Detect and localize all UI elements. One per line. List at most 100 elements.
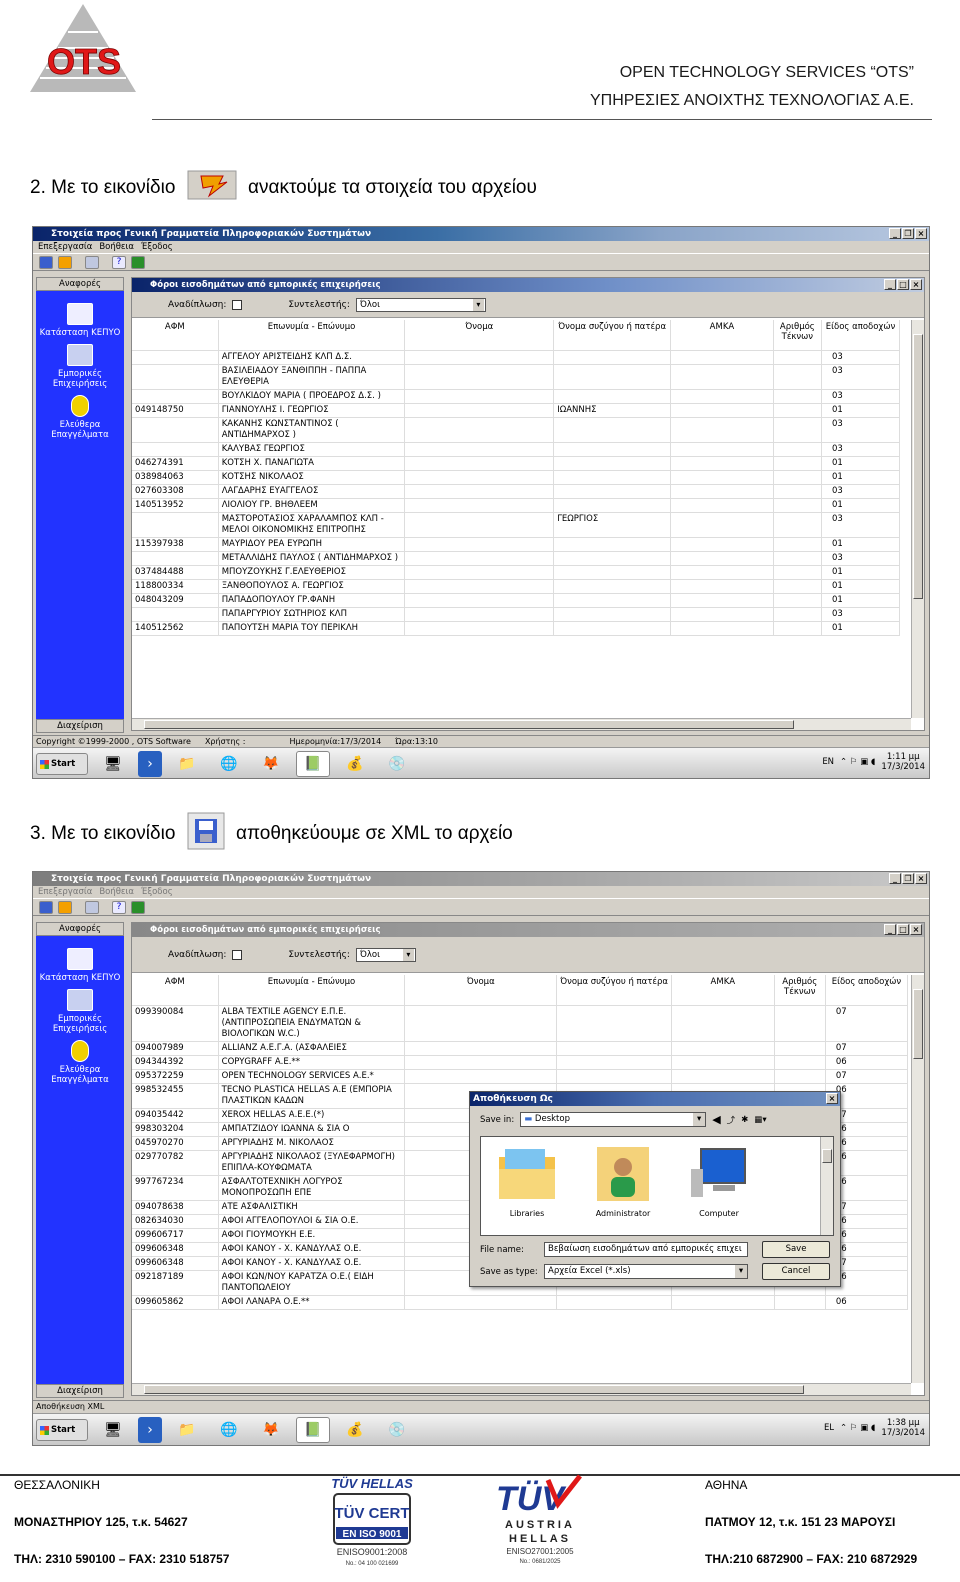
child-close-button[interactable]: × — [910, 924, 922, 935]
table-row[interactable]: 037484488 ΜΠΟΥΖΟΥΚΗΣ Γ.ΕΛΕΥΘΕΡΙΟΣ 01 — [132, 565, 901, 580]
col-first-name[interactable]: Όνομα — [404, 975, 558, 1006]
sidebar-item-businesses[interactable]: Εμπορικές Επιχειρήσεις — [36, 989, 124, 1034]
col-children[interactable]: Αριθμός Τέκνων — [773, 320, 822, 351]
table-row[interactable]: 115397938 ΜΑΥΡΙΔΟΥ ΡΕΑ ΕΥΡΩΠΗ 01 — [132, 537, 901, 552]
col-name[interactable]: Επωνυμία - Επώνυμο — [218, 975, 406, 1006]
file-item-computer[interactable]: Computer — [679, 1143, 759, 1218]
menu-help[interactable]: Βοήθεια — [99, 886, 134, 898]
vertical-scrollbar[interactable] — [911, 975, 924, 1383]
table-row[interactable]: 049148750 ΓΙΑΝΝΟΥΛΗΣ Ι. ΓΕΩΡΓΙΟΣ ΙΩΑΝΝΗΣ 01 — [132, 403, 901, 418]
table-row[interactable]: ΜΑΣΤΟΡΟΤΑΣΙΟΣ ΧΑΡΑΛΑΜΠΟΣ ΚΛΠ - ΜΕΛΟΙ ΟΙΚ… — [132, 512, 901, 538]
horizontal-scrollbar[interactable] — [132, 1383, 911, 1395]
table-row[interactable]: 027603308 ΛΑΓΔΑΡΗΣ ΕΥΑΓΓΕΛΟΣ 03 — [132, 484, 901, 499]
taskbar-app-coins-icon[interactable]: 💰 — [338, 751, 372, 777]
col-name[interactable]: Επωνυμία - Επώνυμο — [218, 320, 406, 351]
clock[interactable]: 1:38 μμ 17/3/2014 — [881, 1418, 925, 1438]
table-row[interactable]: 099390084 ALBA TEXTILE AGENCY Ε.Π.Ε. (ΑΝΤ… — [132, 1005, 909, 1042]
file-item-administrator[interactable]: Administrator — [583, 1143, 663, 1218]
close-button[interactable]: × — [915, 873, 927, 884]
language-indicator[interactable]: EN — [822, 757, 834, 767]
tray-icons[interactable]: ⌃ ⚐ ▣ ◖ — [840, 757, 875, 767]
minimize-button[interactable]: _ — [889, 873, 901, 884]
view-menu-icon[interactable]: ▦▾ — [754, 1115, 766, 1125]
save-in-select[interactable]: ▬ Desktop ▾ — [520, 1112, 707, 1127]
taskbar-app-folder-icon[interactable]: 📁 — [170, 1417, 204, 1443]
child-minimize-button[interactable]: _ — [884, 924, 896, 935]
language-indicator[interactable]: EL — [824, 1423, 834, 1433]
taskbar-app-folder-icon[interactable]: 📁 — [170, 751, 204, 777]
close-button[interactable]: × — [915, 228, 927, 239]
sidebar-item-businesses[interactable]: Εμπορικές Επιχειρήσεις — [36, 344, 124, 389]
sidebar-item-kepyo[interactable]: Κατάσταση ΚΕΠΥΟ — [36, 303, 124, 338]
table-row[interactable]: ΚΑΚΑΝΗΣ ΚΩΝΣΤΑΝΤΙΝΟΣ ( ΑΝΤΙΔΗΜΑΡΧΟΣ ) 03 — [132, 417, 901, 443]
col-income-type[interactable]: Είδος αποδοχών — [825, 975, 909, 1006]
sidebar-footer[interactable]: Διαχείριση — [36, 1384, 124, 1398]
new-folder-icon[interactable]: ✱ — [741, 1115, 748, 1125]
up-folder-icon[interactable]: ⤴ — [727, 1114, 736, 1126]
taskbar-app-network-icon[interactable]: 🌐 — [212, 1417, 246, 1443]
table-row[interactable]: 094007989 ALLIANZ Α.Ε.Γ.Α. (ΑΣΦΑΛΕΙΕΣ 07 — [132, 1041, 909, 1056]
help-icon[interactable]: ? — [112, 900, 126, 914]
sidebar-footer[interactable]: Διαχείριση — [36, 719, 124, 733]
taskbar-app-coins-icon[interactable]: 💰 — [338, 1417, 372, 1443]
col-spouse[interactable]: Όνομα συζύγου ή πατέρα — [556, 975, 673, 1006]
print-icon[interactable] — [85, 900, 99, 914]
table-row[interactable]: ΒΟΥΛΚΙΔΟΥ ΜΑΡΙΑ ( ΠΡΟΕΔΡΟΣ Δ.Σ. ) 03 — [132, 389, 901, 404]
save-icon[interactable] — [39, 255, 53, 269]
taskbar-app-firefox-icon[interactable]: 🦊 — [254, 751, 288, 777]
table-row[interactable]: ΒΑΣΙΛΕΙΑΔΟΥ ΞΑΝΘΙΠΠΗ - ΠΑΠΠΑ ΕΛΕΥΘΕΡΙΑ 03 — [132, 364, 901, 390]
menu-edit[interactable]: Επεξεργασία — [38, 241, 92, 253]
tray-icons[interactable]: ⌃ ⚐ ▣ ◖ — [840, 1423, 875, 1433]
horizontal-scrollbar[interactable] — [132, 718, 911, 730]
col-children[interactable]: Αριθμός Τέκνων — [774, 975, 826, 1006]
sidebar-item-kepyo[interactable]: Κατάσταση ΚΕΠΥΟ — [36, 948, 124, 983]
taskbar-app-ots-icon[interactable]: 📗 — [296, 750, 330, 777]
back-icon[interactable]: ◀ — [712, 1113, 720, 1126]
table-row[interactable]: 140513952 ΛΙΟΛΙΟΥ ΓΡ. ΒΗΘΛΕΕΜ 01 — [132, 498, 901, 513]
help-icon[interactable]: ? — [112, 255, 126, 269]
col-afm[interactable]: ΑΦΜ — [132, 320, 219, 351]
restore-button[interactable]: ❐ — [902, 873, 914, 884]
child-minimize-button[interactable]: _ — [884, 279, 896, 290]
save-icon[interactable] — [39, 900, 53, 914]
table-row[interactable]: 094344392 COPYGRAFF Α.Ε.** 06 — [132, 1055, 909, 1070]
menu-exit[interactable]: Έξοδος — [141, 241, 173, 253]
retrieve-icon[interactable] — [58, 900, 72, 914]
child-close-button[interactable]: × — [910, 279, 922, 290]
taskbar-app-network-icon[interactable]: 🌐 — [212, 751, 246, 777]
restore-button[interactable]: ❐ — [902, 228, 914, 239]
table-row[interactable]: 038984063 ΚΟΤΣΗΣ ΝΙΚΟΛΑΟΣ 01 — [132, 470, 901, 485]
table-row[interactable]: ΜΕΤΑΛΛΙΔΗΣ ΠΑΥΛΟΣ ( ΑΝΤΙΔΗΜΑΡΧΟΣ ) 03 — [132, 551, 901, 566]
clock[interactable]: 1:11 μμ 17/3/2014 — [881, 752, 925, 772]
vertical-scrollbar[interactable] — [911, 320, 924, 718]
table-row[interactable]: 048043209 ΠΑΠΑΔΟΠΟΥΛΟΥ ΓΡ.ΦΑΝΗ 01 — [132, 593, 901, 608]
file-item-libraries[interactable]: Libraries — [487, 1143, 567, 1218]
taskbar-app-disk-icon[interactable]: 💿 — [380, 751, 414, 777]
table-row[interactable]: 140512562 ΠΑΠΟΥΤΣΗ ΜΑΡΙΑ ΤΟΥ ΠΕΡΙΚΛΗ 01 — [132, 621, 901, 636]
taskbar-app-firefox-icon[interactable]: 🦊 — [254, 1417, 288, 1443]
print-icon[interactable] — [85, 255, 99, 269]
exit-icon[interactable] — [131, 900, 145, 914]
exit-icon[interactable] — [131, 255, 145, 269]
contributor-select[interactable]: Όλοι — [355, 297, 486, 312]
table-row[interactable]: 118800334 ΞΑΝΘΟΠΟΥΛΟΣ Α. ΓΕΩΡΓΙΟΣ 01 — [132, 579, 901, 594]
taskbar-app-disk-icon[interactable]: 💿 — [380, 1417, 414, 1443]
table-row[interactable]: 095372259 OPEN TECHNOLOGY SERVICES Α.Ε.* 0… — [132, 1069, 909, 1084]
table-row[interactable]: 099605862 ΑΦΟΙ ΛΑΝΑΡΑ Ο.Ε.** 06 — [132, 1295, 909, 1310]
taskbar-app-computer-icon[interactable]: 🖥 — [96, 1417, 130, 1443]
col-amka[interactable]: ΑΜΚΑ — [671, 975, 775, 1006]
menu-edit[interactable]: Επεξεργασία — [38, 886, 92, 898]
wrap-checkbox[interactable] — [232, 299, 243, 310]
table-row[interactable]: ΠΑΠΑΡΓΥΡΙΟΥ ΣΩΤΗΡΙΟΣ ΚΛΠ 03 — [132, 607, 901, 622]
filename-input[interactable]: Βεβαίωση εισοδημάτων από εμπορικές επιχε… — [544, 1242, 748, 1257]
dialog-close-button[interactable]: × — [826, 1093, 838, 1104]
child-maximize-button[interactable]: □ — [897, 924, 909, 935]
minimize-button[interactable]: _ — [889, 228, 901, 239]
col-spouse[interactable]: Όνομα συζύγου ή πατέρα — [553, 320, 672, 351]
sidebar-item-freelancers[interactable]: Ελεύθερα Επαγγέλματα — [36, 1040, 124, 1085]
contributor-select[interactable]: Όλοι — [355, 947, 416, 962]
table-row[interactable]: 046274391 ΚΟΤΣΗ Χ. ΠΑΝΑΓΙΩΤΑ 01 — [132, 456, 901, 471]
col-income-type[interactable]: Είδος αποδοχών — [821, 320, 901, 351]
start-button[interactable]: Start — [36, 1418, 88, 1441]
taskbar-app-powershell-icon[interactable]: › — [138, 750, 162, 777]
